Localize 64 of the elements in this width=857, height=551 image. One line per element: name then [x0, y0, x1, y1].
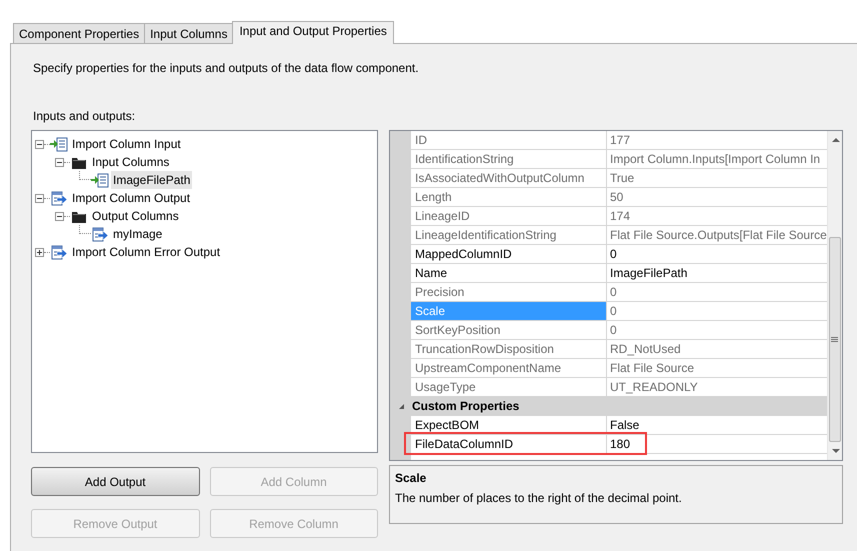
- property-name[interactable]: FileDataColumnID: [411, 435, 607, 454]
- property-name[interactable]: UpstreamComponentName: [411, 359, 607, 378]
- property-name[interactable]: UsageType: [411, 378, 607, 397]
- expand-icon[interactable]: [35, 248, 44, 256]
- tab[interactable]: Input Columns: [144, 23, 234, 43]
- tree-item[interactable]: Import Column Input: [70, 135, 183, 153]
- property-name[interactable]: IdentificationString: [411, 150, 607, 169]
- tree-item[interactable]: Input Columns: [90, 153, 172, 171]
- tab[interactable]: Input and Output Properties: [232, 21, 394, 44]
- document-arrow-icon: [50, 136, 68, 152]
- category-header[interactable]: Custom Properties: [412, 397, 520, 415]
- scrollbar[interactable]: [826, 131, 842, 460]
- property-name[interactable]: Scale: [411, 302, 607, 321]
- document-arrow-icon: [50, 190, 68, 206]
- collapse-icon[interactable]: [35, 194, 44, 202]
- property-value[interactable]: 50: [607, 188, 827, 207]
- property-value[interactable]: ImageFilePath: [607, 264, 827, 283]
- tree-view[interactable]: Import Column Input Input Columns ImageFilePath Import Column Output Output Columns myImage Import Column Error Output: [31, 130, 378, 453]
- property-value[interactable]: Flat File Source.Outputs[Flat File Source: [607, 226, 827, 245]
- property-value[interactable]: Import Column.Inputs[Import Column In: [607, 150, 827, 169]
- tree-item[interactable]: myImage: [111, 225, 164, 243]
- property-value[interactable]: Flat File Source: [607, 359, 827, 378]
- tree-item[interactable]: ImageFilePath: [111, 171, 192, 189]
- collapse-icon[interactable]: [55, 158, 64, 166]
- property-value[interactable]: 0: [607, 245, 827, 264]
- property-name[interactable]: IsAssociatedWithOutputColumn: [411, 169, 607, 188]
- description-text: Specify properties for the inputs and outputs of the data flow component.: [33, 60, 419, 77]
- property-value[interactable]: UT_READONLY: [607, 378, 827, 397]
- property-value[interactable]: 0: [607, 302, 827, 321]
- property-name[interactable]: Precision: [411, 283, 607, 302]
- tree-label: Inputs and outputs:: [33, 108, 136, 125]
- property-name[interactable]: MappedColumnID: [411, 245, 607, 264]
- help-text: The number of places to the right of the decimal point.: [395, 490, 682, 507]
- property-name[interactable]: SortKeyPosition: [411, 321, 607, 340]
- property-value[interactable]: False: [607, 416, 827, 435]
- document-arrow-icon: [50, 244, 68, 260]
- tab[interactable]: Component Properties: [13, 23, 146, 43]
- collapse-icon[interactable]: [35, 140, 44, 148]
- property-name[interactable]: TruncationRowDisposition: [411, 340, 607, 359]
- grip-icon: [831, 336, 838, 342]
- property-value[interactable]: 174: [607, 207, 827, 226]
- property-name[interactable]: ID: [411, 131, 607, 150]
- property-value[interactable]: True: [607, 169, 827, 188]
- collapse-icon[interactable]: [55, 212, 64, 220]
- help-title: Scale: [395, 470, 426, 487]
- tree-item[interactable]: Import Column Error Output: [70, 243, 222, 261]
- property-value[interactable]: 0: [607, 283, 827, 302]
- property-value[interactable]: 0: [607, 321, 827, 340]
- tree-item[interactable]: Output Columns: [90, 207, 181, 225]
- property-name[interactable]: Name: [411, 264, 607, 283]
- property-grid[interactable]: [389, 130, 843, 461]
- document-arrow-icon: [91, 172, 109, 188]
- document-arrow-icon: [91, 226, 109, 242]
- property-value[interactable]: RD_NotUsed: [607, 340, 827, 359]
- property-value[interactable]: 177: [607, 131, 827, 150]
- tree-item[interactable]: Import Column Output: [70, 189, 192, 207]
- scroll-down-icon[interactable]: [832, 449, 840, 454]
- button[interactable]: Add Output: [31, 467, 200, 496]
- scroll-up-icon[interactable]: [832, 137, 840, 142]
- property-name[interactable]: LineageIdentificationString: [411, 226, 607, 245]
- property-value[interactable]: 180: [607, 435, 827, 454]
- property-name[interactable]: Length: [411, 188, 607, 207]
- property-name[interactable]: LineageID: [411, 207, 607, 226]
- scrollbar-thumb[interactable]: [828, 237, 841, 442]
